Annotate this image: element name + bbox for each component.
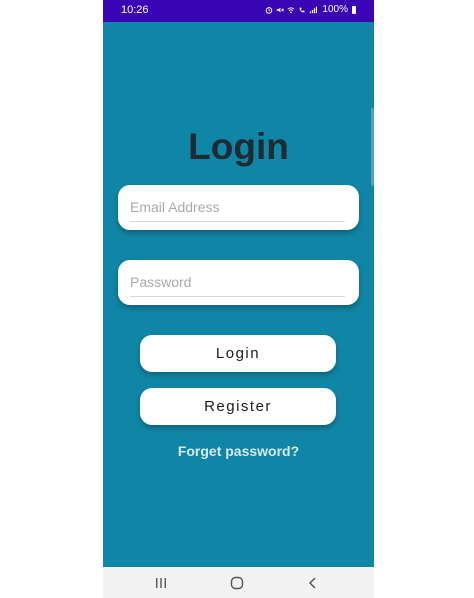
password-field-card [118,260,359,305]
email-input[interactable] [130,193,345,222]
navigation-bar [103,567,374,598]
login-button[interactable]: Login [140,335,336,372]
signal-icon [310,6,318,13]
back-icon [308,577,316,589]
volte-icon [300,7,305,12]
recents-button[interactable] [151,574,171,592]
back-button[interactable] [303,574,323,592]
recents-icon [156,578,166,588]
alarm-icon [266,6,273,14]
home-button[interactable] [227,574,247,592]
wifi-icon [287,6,295,13]
battery-icon [352,5,356,14]
mute-icon [277,7,285,12]
forgot-password-link[interactable]: Forget password? [103,443,374,459]
home-icon [230,576,244,590]
password-input[interactable] [130,268,345,297]
email-field-card [118,185,359,230]
screenshot-canvas: 10:26 100% Login Login Register Forget p… [0,0,474,598]
phone-screen: 10:26 100% Login Login Register Forget p… [103,0,374,598]
page-title: Login [188,126,289,167]
battery-percent: 100% [322,4,348,15]
status-bar: 10:26 100% [103,0,374,22]
register-button[interactable]: Register [140,388,336,425]
status-time: 10:26 [121,4,149,16]
status-icons: 100% [265,4,356,15]
